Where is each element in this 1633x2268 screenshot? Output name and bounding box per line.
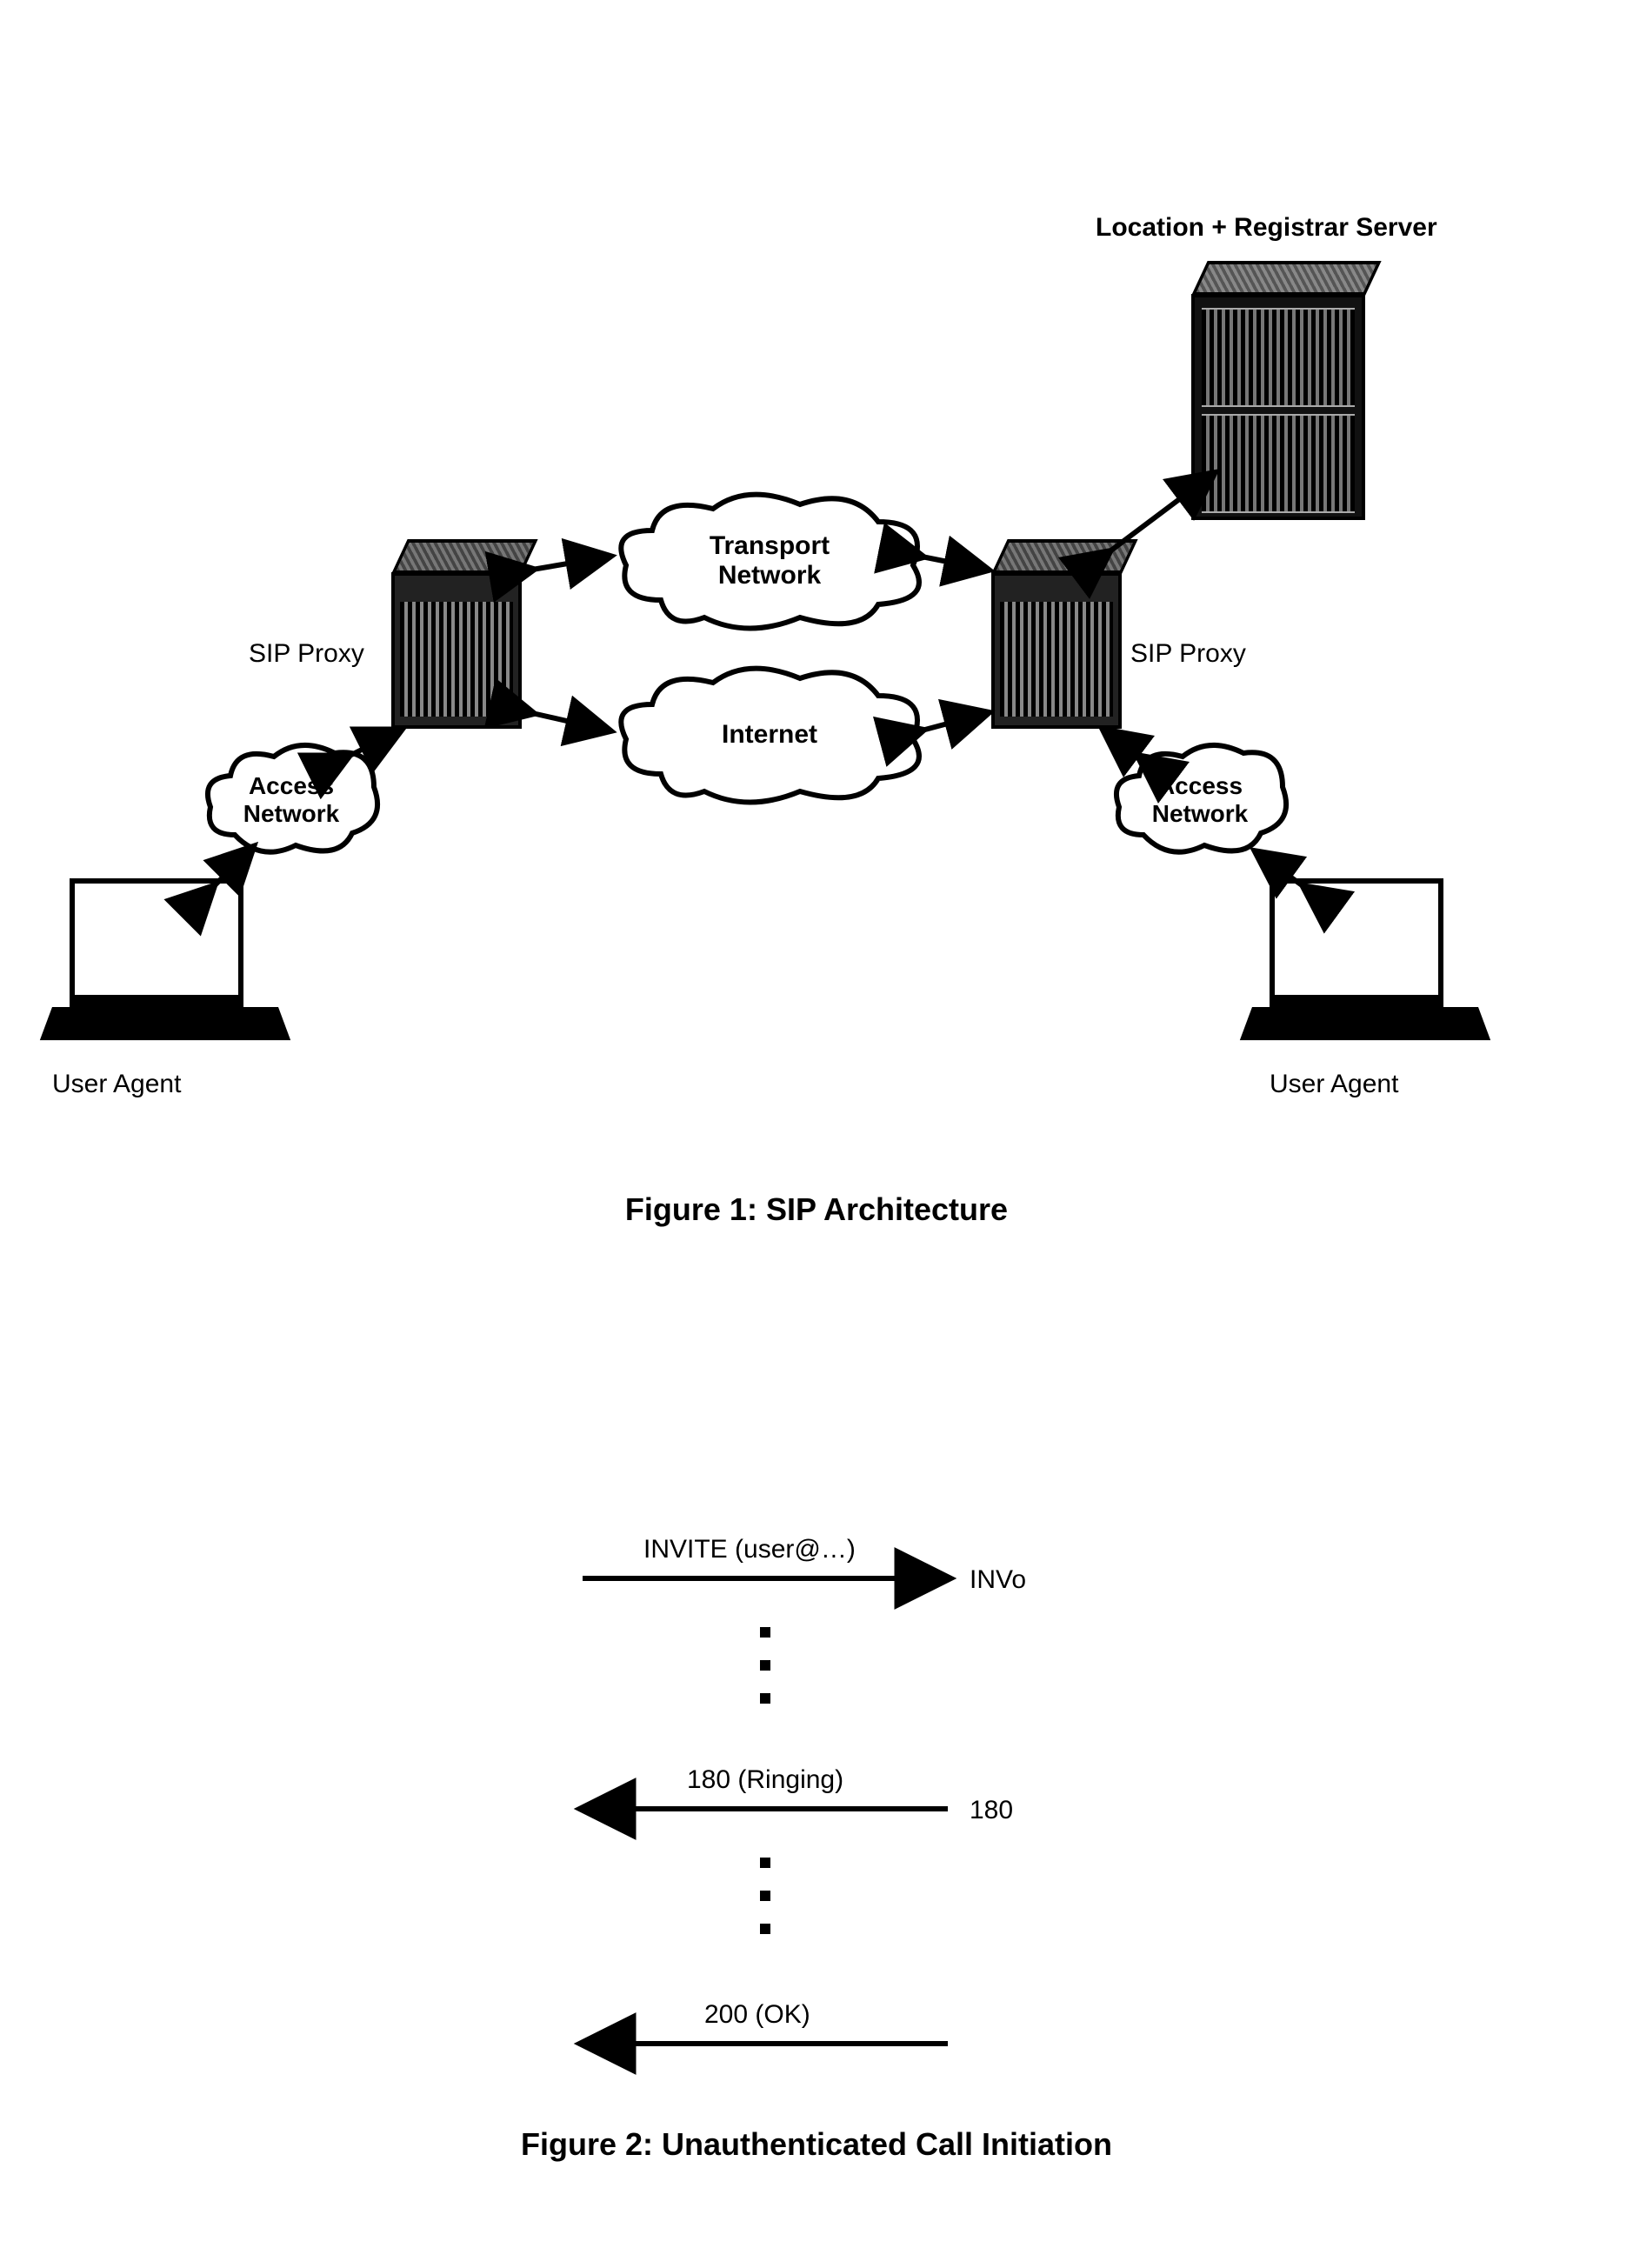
figure2-arrows [0,0,1633,2268]
dots-2 [757,1835,774,1957]
msg-invite-side: INVo [970,1565,1026,1595]
msg-invite-text: INVITE (user@…) [643,1535,856,1564]
figure2-caption: Figure 2: Unauthenticated Call Initiatio… [0,2126,1633,2163]
msg-180-text: 180 (Ringing) [687,1765,843,1795]
msg-180-side: 180 [970,1796,1013,1825]
msg-200-text: 200 (OK) [704,2000,810,2030]
figure2-caption-title: Unauthenticated Call Initiation [662,2126,1112,2162]
figure2-caption-prefix: Figure 2: [521,2126,653,2162]
dots-1 [757,1604,774,1726]
